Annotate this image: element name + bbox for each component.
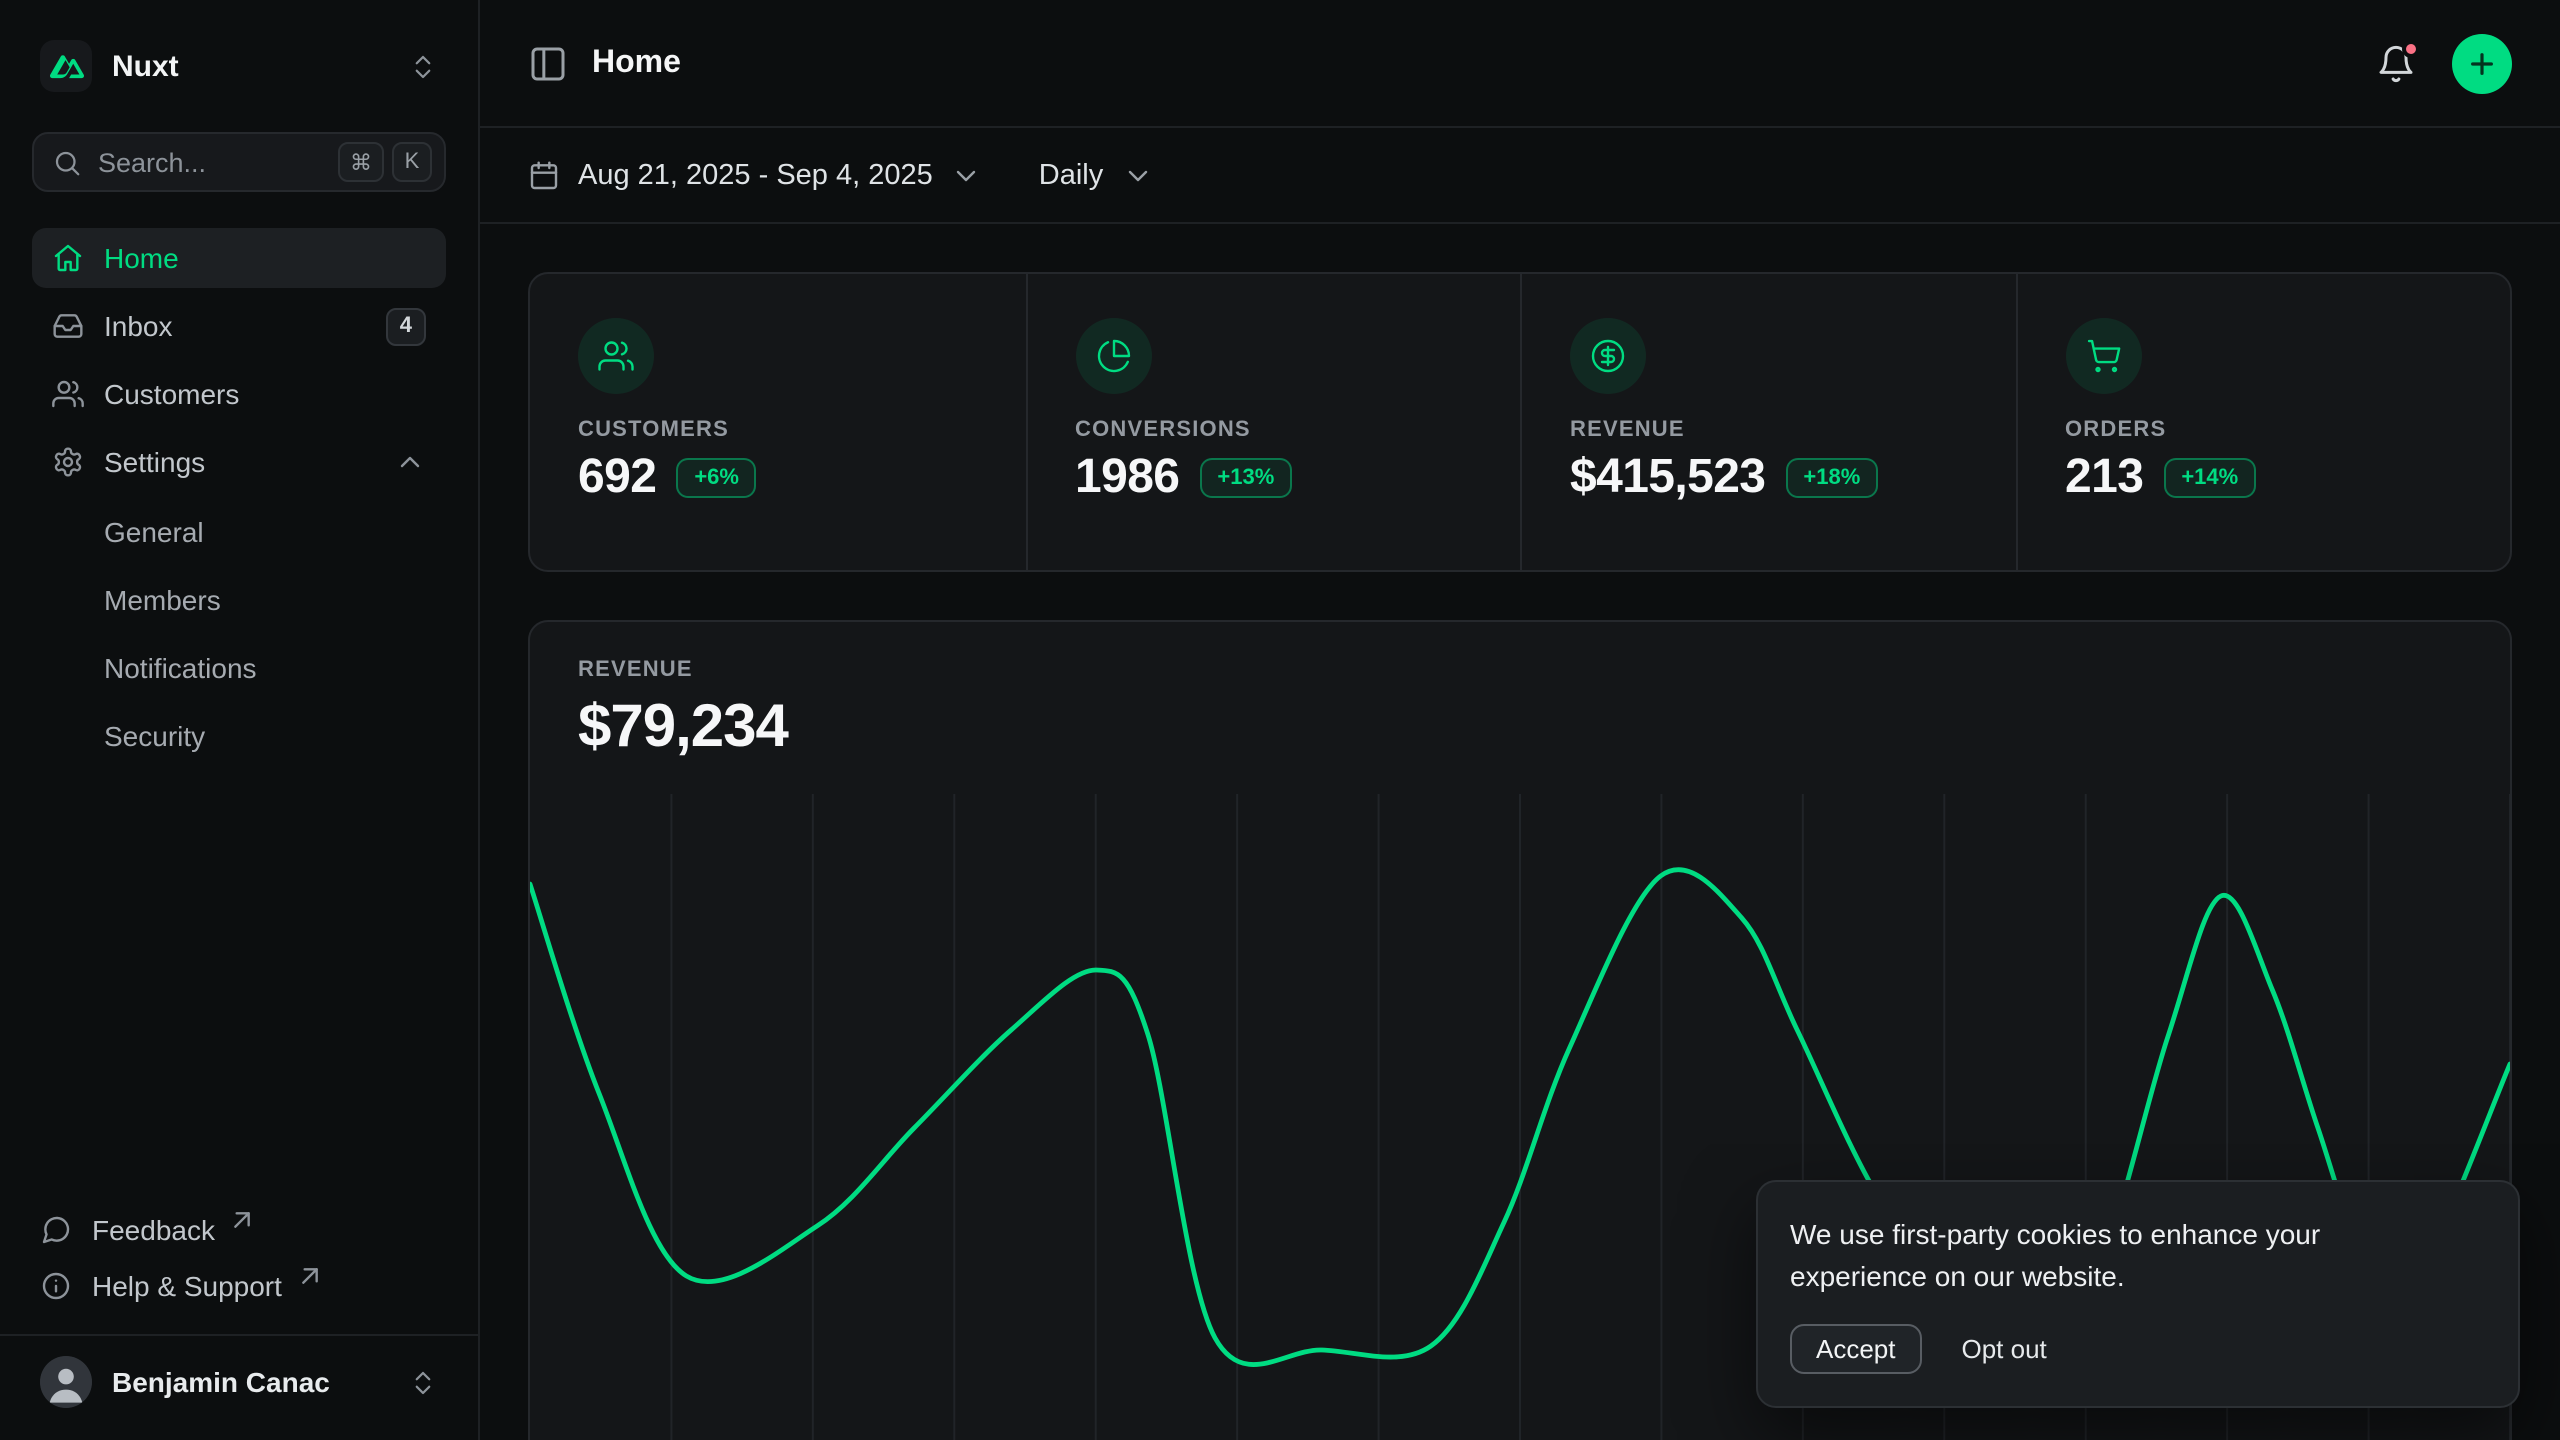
cookie-message: We use first-party cookies to enhance yo… — [1790, 1213, 2462, 1300]
chevrons-up-down-icon — [408, 1367, 438, 1397]
shopping-cart-icon — [2085, 338, 2121, 374]
sidebar-item-security[interactable]: Security — [32, 708, 446, 764]
chevrons-up-down-icon — [408, 51, 438, 81]
stat-value: 692 — [578, 450, 656, 506]
chevron-up-icon — [394, 446, 426, 478]
stat-value: 1986 — [1075, 450, 1179, 506]
sidebar-item-label: Home — [104, 242, 179, 274]
stat-delta-badge: +13% — [1199, 458, 1292, 498]
revenue-card-header: REVENUE $79,234 — [530, 622, 2510, 762]
search-icon — [52, 147, 82, 177]
users-icon — [52, 378, 84, 410]
sub-item-label: Notifications — [104, 652, 257, 684]
user-menu[interactable]: Benjamin Canac — [32, 1336, 446, 1408]
sidebar-item-customers[interactable]: Customers — [32, 364, 446, 424]
revenue-label: REVENUE — [578, 658, 2462, 682]
stat-card-revenue[interactable]: REVENUE $415,523 +18% — [1520, 274, 2015, 570]
sidebar-toggle-icon[interactable] — [528, 43, 568, 83]
external-link-icon — [294, 1260, 326, 1292]
stat-delta-badge: +18% — [1785, 458, 1878, 498]
stat-label: REVENUE — [1570, 418, 1967, 442]
calendar-icon — [528, 159, 560, 191]
sidebar-item-notifications[interactable]: Notifications — [32, 640, 446, 696]
cookie-banner: We use first-party cookies to enhance yo… — [1756, 1179, 2520, 1408]
sidebar-item-label: Settings — [104, 446, 205, 478]
cookie-accept-button[interactable]: Accept — [1790, 1324, 1922, 1374]
search-input[interactable]: Search... ⌘ K — [32, 132, 446, 192]
sidebar-nav: Home Inbox 4 Customers Settings General … — [32, 228, 446, 764]
sub-item-label: General — [104, 516, 204, 548]
plus-icon — [2466, 47, 2498, 79]
stat-delta-badge: +14% — [2163, 458, 2256, 498]
search-placeholder: Search... — [98, 147, 206, 177]
workspace-selector[interactable]: Nuxt — [32, 24, 446, 108]
sidebar-item-members[interactable]: Members — [32, 572, 446, 628]
sidebar-footer: Feedback Help & Support Benjamin Canac — [32, 1202, 446, 1408]
dashboard-app: Nuxt Search... ⌘ K Home Inbox 4 Cu — [0, 0, 2560, 1440]
interval-select[interactable]: Daily — [1039, 159, 1153, 191]
avatar — [40, 1356, 92, 1408]
header-actions — [2376, 33, 2512, 93]
sidebar: Nuxt Search... ⌘ K Home Inbox 4 Cu — [0, 0, 480, 1440]
stat-icon-chip — [578, 318, 654, 394]
info-circle-icon — [40, 1270, 72, 1302]
sidebar-item-settings[interactable]: Settings — [32, 432, 446, 492]
home-icon — [52, 242, 84, 274]
footer-link-label: Feedback — [92, 1214, 215, 1246]
feedback-link[interactable]: Feedback — [32, 1202, 446, 1258]
kbd-k: K — [392, 142, 432, 182]
add-button[interactable] — [2452, 33, 2512, 93]
page-title: Home — [592, 45, 681, 81]
stat-delta-badge: +6% — [676, 458, 757, 498]
date-range-picker[interactable]: Aug 21, 2025 - Sep 4, 2025 — [528, 159, 983, 191]
footer-link-label: Help & Support — [92, 1270, 282, 1302]
stat-label: CUSTOMERS — [578, 418, 977, 442]
chevron-down-icon — [1121, 159, 1153, 191]
stat-icon-chip — [2065, 318, 2141, 394]
gear-icon — [52, 446, 84, 478]
help-support-link[interactable]: Help & Support — [32, 1258, 446, 1314]
inbox-icon — [52, 310, 84, 342]
inbox-count-badge: 4 — [386, 307, 426, 345]
cookie-optout-button[interactable]: Opt out — [1962, 1326, 2047, 1372]
stat-icon-chip — [1570, 318, 1646, 394]
sidebar-item-label: Inbox — [104, 310, 173, 342]
sub-item-label: Members — [104, 584, 221, 616]
nuxt-logo-icon — [49, 49, 83, 83]
sidebar-item-label: Customers — [104, 378, 239, 410]
chevron-down-icon — [951, 159, 983, 191]
notification-dot — [2402, 39, 2420, 57]
stat-label: CONVERSIONS — [1075, 418, 1472, 442]
notifications-button[interactable] — [2376, 43, 2416, 83]
stat-icon-chip — [1075, 318, 1151, 394]
kbd-meta: ⌘ — [338, 142, 384, 182]
interval-label: Daily — [1039, 159, 1103, 191]
stat-value: $415,523 — [1570, 450, 1765, 506]
page-header: Home — [480, 0, 2560, 128]
chat-bubble-icon — [40, 1214, 72, 1246]
date-range-label: Aug 21, 2025 - Sep 4, 2025 — [578, 159, 933, 191]
stats-row: CUSTOMERS 692 +6% CONVERSIONS 1986 +13% — [528, 272, 2512, 572]
users-icon — [598, 338, 634, 374]
sidebar-item-home[interactable]: Home — [32, 228, 446, 288]
sidebar-item-inbox[interactable]: Inbox 4 — [32, 296, 446, 356]
workspace-name: Nuxt — [112, 49, 179, 83]
circle-dollar-icon — [1590, 338, 1626, 374]
external-link-icon — [227, 1204, 259, 1236]
stat-card-conversions[interactable]: CONVERSIONS 1986 +13% — [1025, 274, 1520, 570]
person-icon — [40, 1356, 92, 1408]
cookie-actions: Accept Opt out — [1790, 1324, 2486, 1374]
chart-pie-icon — [1095, 338, 1131, 374]
user-name: Benjamin Canac — [112, 1366, 330, 1398]
sub-item-label: Security — [104, 720, 205, 752]
revenue-value: $79,234 — [578, 694, 2462, 762]
nuxt-logo — [40, 40, 92, 92]
filters-toolbar: Aug 21, 2025 - Sep 4, 2025 Daily — [480, 128, 2560, 224]
stat-value: 213 — [2065, 450, 2143, 506]
search-kbd-hints: ⌘ K — [338, 142, 432, 182]
sidebar-item-general[interactable]: General — [32, 504, 446, 560]
stat-card-customers[interactable]: CUSTOMERS 692 +6% — [530, 274, 1025, 570]
stat-label: ORDERS — [2065, 418, 2462, 442]
stat-card-orders[interactable]: ORDERS 213 +14% — [2015, 274, 2510, 570]
